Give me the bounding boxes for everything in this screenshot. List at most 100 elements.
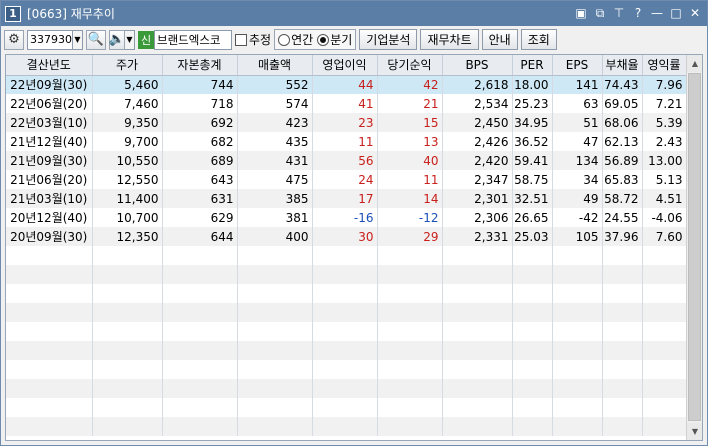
empty-cell	[237, 265, 313, 284]
empty-cell	[602, 303, 643, 322]
empty-cell	[92, 303, 163, 322]
cell-price: 12,550	[92, 170, 163, 189]
stock-name-field[interactable]: 브랜드엑스코	[154, 29, 232, 50]
cell-op-margin: 4.51	[642, 189, 687, 208]
window-controls: ▣ ⧉ ⊤ ? — □ ✕	[573, 5, 703, 21]
cell-period: 22년06월(20)	[6, 94, 93, 113]
maximize-icon[interactable]: □	[668, 5, 684, 21]
col-header-eps[interactable]: EPS	[552, 55, 603, 76]
copy-window-icon[interactable]: ⧉	[592, 5, 608, 21]
table-row[interactable]: 21년06월(20) 12,550 643 475 24 11 2,347 58.75 34 65…	[6, 170, 687, 189]
help-icon[interactable]: ?	[630, 5, 646, 21]
col-header-price[interactable]: 주가	[92, 55, 163, 76]
table-row[interactable]: 22년03월(10) 9,350 692 423 23 15 2,450 34.95 51 68.…	[6, 113, 687, 132]
col-header-op-margin[interactable]: 영익률	[642, 55, 687, 76]
toolbar: ⚙ ▼ 🔍 🔈 ▼ 신 브랜드엑스코 추정 연간 분기 기업분석 재무차트 안내…	[1, 27, 707, 52]
cell-per: 32.51	[512, 189, 553, 208]
col-header-net-profit[interactable]: 당기순익	[377, 55, 443, 76]
empty-cell	[552, 265, 603, 284]
radio-annual[interactable]: 연간	[278, 31, 313, 48]
cell-revenue: 385	[237, 189, 313, 208]
col-header-per[interactable]: PER	[512, 55, 553, 76]
scroll-down-icon[interactable]: ▼	[687, 423, 702, 440]
speaker-dropdown-arrow-icon[interactable]: ▼	[125, 29, 135, 50]
empty-cell	[377, 246, 443, 265]
table-row[interactable]: 21년09월(30) 10,550 689 431 56 40 2,420 59.41 134 5…	[6, 151, 687, 170]
cell-eps: -42	[552, 208, 603, 227]
cell-debt-ratio: 24.55	[602, 208, 643, 227]
empty-cell	[442, 303, 513, 322]
scroll-up-icon[interactable]: ▲	[687, 55, 702, 72]
cell-op-margin: 5.39	[642, 113, 687, 132]
empty-row	[6, 322, 687, 341]
financial-table: 결산년도 주가 자본총계 매출액 영업이익 당기순익 BPS PER EPS 부…	[6, 55, 687, 436]
empty-cell	[552, 341, 603, 360]
stock-code-input[interactable]	[27, 29, 73, 50]
search-icon[interactable]: 🔍	[86, 29, 106, 50]
cell-op-margin: 2.43	[642, 132, 687, 151]
empty-cell	[92, 322, 163, 341]
col-header-operating-profit[interactable]: 영업이익	[312, 55, 378, 76]
empty-cell	[602, 417, 643, 436]
empty-cell	[312, 303, 378, 322]
close-icon[interactable]: ✕	[687, 5, 703, 21]
cell-period: 20년09월(30)	[6, 227, 93, 246]
empty-cell	[377, 341, 443, 360]
radio-annual-circle[interactable]	[278, 33, 291, 46]
link-icon[interactable]: ▣	[573, 5, 589, 21]
table-header-row: 결산년도 주가 자본총계 매출액 영업이익 당기순익 BPS PER EPS 부…	[6, 55, 687, 76]
cell-price: 7,460	[92, 94, 163, 113]
financial-chart-button[interactable]: 재무차트	[420, 29, 479, 50]
empty-cell	[6, 360, 93, 379]
empty-cell	[6, 398, 93, 417]
col-header-bps[interactable]: BPS	[442, 55, 513, 76]
pin-icon[interactable]: ⊤	[611, 5, 627, 21]
empty-cell	[6, 303, 93, 322]
cell-eps: 49	[552, 189, 603, 208]
cell-operating-profit: -16	[312, 208, 378, 227]
col-header-debt-ratio[interactable]: 부채율	[602, 55, 643, 76]
cell-eps: 47	[552, 132, 603, 151]
cell-equity: 644	[162, 227, 238, 246]
estimate-checkbox[interactable]: 추정	[235, 31, 271, 48]
code-dropdown-arrow-icon[interactable]: ▼	[73, 29, 83, 50]
vertical-scrollbar[interactable]: ▲ ▼	[686, 55, 702, 440]
radio-quarter-circle[interactable]	[317, 33, 330, 46]
cell-net-profit: 15	[377, 113, 443, 132]
table-row[interactable]: 21년03월(10) 11,400 631 385 17 14 2,301 32.51 49 58…	[6, 189, 687, 208]
empty-cell	[162, 360, 238, 379]
guide-button[interactable]: 안내	[481, 29, 518, 50]
empty-row	[6, 341, 687, 360]
table-row[interactable]: 21년12월(40) 9,700 682 435 11 13 2,426 36.52 47 62.…	[6, 132, 687, 151]
scroll-thumb[interactable]	[688, 73, 701, 421]
col-header-revenue[interactable]: 매출액	[237, 55, 313, 76]
title-bar[interactable]: 1 [0663] 재무추이 ▣ ⧉ ⊤ ? — □ ✕	[1, 1, 707, 26]
empty-cell	[442, 246, 513, 265]
col-header-equity[interactable]: 자본총계	[162, 55, 238, 76]
cell-equity: 631	[162, 189, 238, 208]
radio-quarter[interactable]: 분기	[317, 31, 352, 48]
table-row[interactable]: 20년09월(30) 12,350 644 400 30 29 2,331 25.03 105 3…	[6, 227, 687, 246]
table-row[interactable]: 20년12월(40) 10,700 629 381 -16 -12 2,306 26.65 -4…	[6, 208, 687, 227]
cell-op-margin: 7.96	[642, 75, 687, 94]
empty-cell	[442, 398, 513, 417]
empty-cell	[92, 379, 163, 398]
empty-cell	[642, 398, 687, 417]
cell-period: 22년03월(10)	[6, 113, 93, 132]
estimate-checkbox-box[interactable]	[235, 33, 247, 46]
speaker-icon[interactable]: 🔈	[109, 29, 125, 50]
empty-cell	[92, 417, 163, 436]
empty-cell	[377, 303, 443, 322]
query-button[interactable]: 조회	[520, 29, 557, 50]
cell-net-profit: 42	[377, 75, 443, 94]
col-header-period[interactable]: 결산년도	[6, 55, 93, 76]
empty-row	[6, 284, 687, 303]
minimize-icon[interactable]: —	[649, 5, 665, 21]
table-row[interactable]: 22년06월(20) 7,460 718 574 41 21 2,534 25.23 63 69.…	[6, 94, 687, 113]
table-row[interactable]: 22년09월(30) 5,460 744 552 44 42 2,618 18.00 141 74…	[6, 75, 687, 94]
cell-net-profit: 13	[377, 132, 443, 151]
settings-gear-icon[interactable]: ⚙	[4, 29, 24, 50]
company-analysis-button[interactable]: 기업분석	[359, 29, 418, 50]
cell-period: 21년03월(10)	[6, 189, 93, 208]
cell-operating-profit: 41	[312, 94, 378, 113]
